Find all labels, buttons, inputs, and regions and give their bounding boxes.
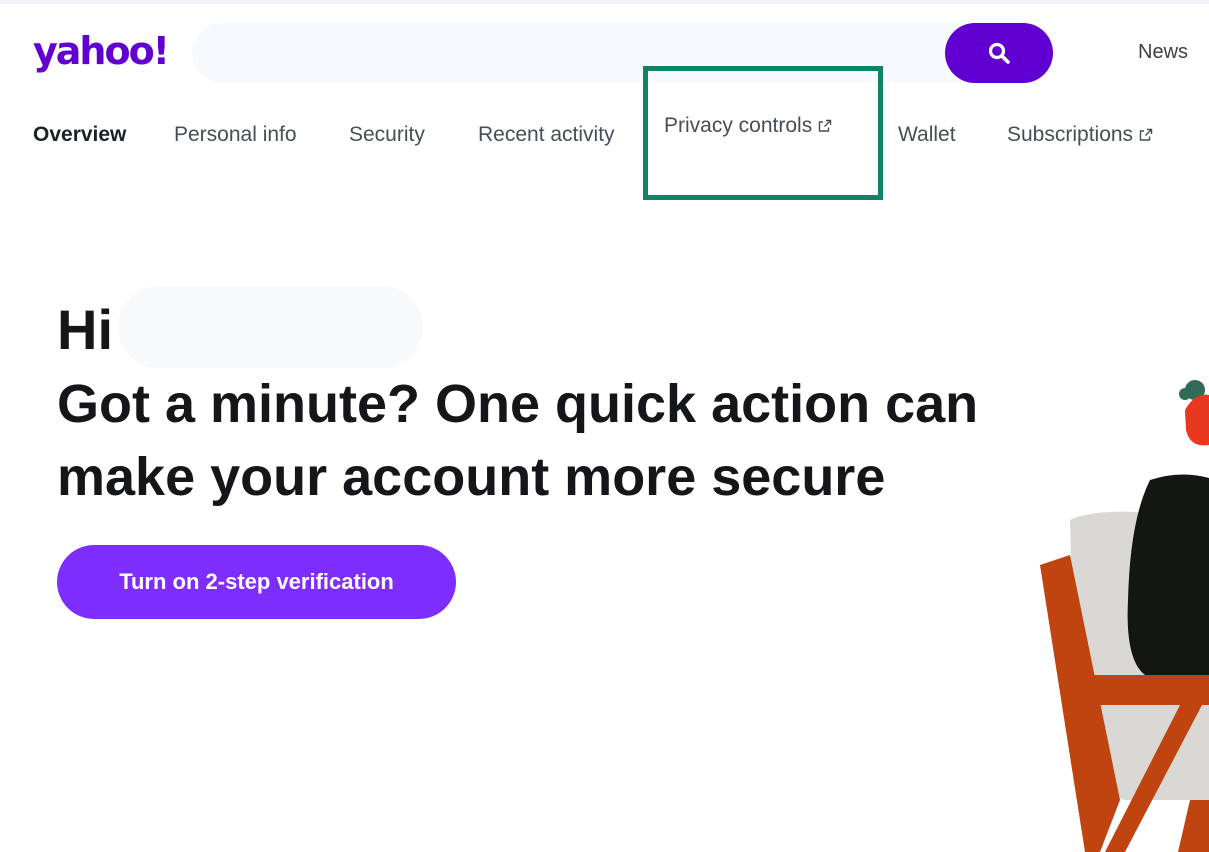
nav-wallet[interactable]: Wallet	[898, 123, 956, 147]
nav-subscriptions[interactable]: Subscriptions	[1007, 123, 1153, 147]
nav-label: Security	[349, 123, 425, 146]
yahoo-logo[interactable]: yahoo!	[33, 28, 170, 74]
nav-security[interactable]: Security	[349, 123, 425, 147]
top-border	[0, 0, 1209, 4]
redacted-user-name	[118, 286, 423, 368]
nav-recent-activity[interactable]: Recent activity	[478, 123, 615, 147]
turn-on-2-step-verification-button[interactable]: Turn on 2-step verification	[57, 545, 456, 619]
nav-label: Subscriptions	[1007, 123, 1134, 146]
nav-label: Wallet	[898, 123, 956, 146]
nav-label: Personal info	[174, 123, 297, 146]
search-input[interactable]	[192, 23, 1052, 83]
nav-overview[interactable]: Overview	[33, 123, 126, 147]
news-link[interactable]: News	[1138, 41, 1188, 63]
nav-personal-info[interactable]: Personal info	[174, 123, 297, 147]
external-link-icon	[1139, 128, 1153, 141]
privacy-controls-highlight-box	[643, 66, 883, 200]
person-in-chair-illustration	[1040, 380, 1209, 852]
nav-label: Recent activity	[478, 123, 615, 146]
greeting: Hi	[57, 298, 113, 361]
search-icon	[988, 42, 1010, 64]
hero-headline: Got a minute? One quick action can make …	[57, 374, 979, 507]
nav-label: Overview	[33, 123, 127, 146]
search-button[interactable]	[945, 23, 1053, 83]
